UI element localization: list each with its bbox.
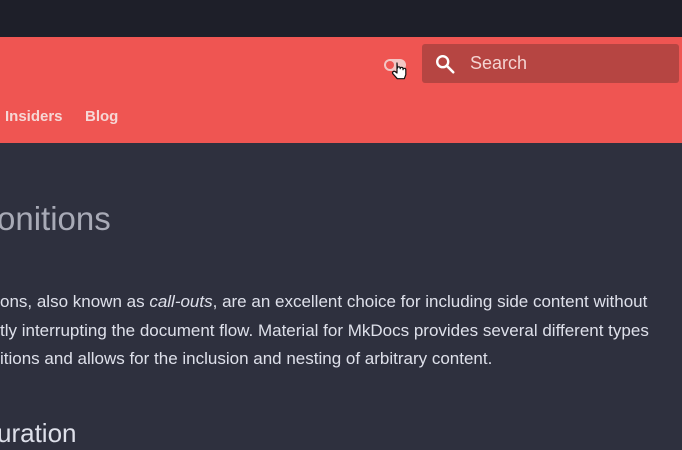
tab-blog[interactable]: Blog (85, 108, 118, 125)
paragraph-text: , are an excellent choice for including … (212, 292, 648, 311)
tab-insiders[interactable]: Insiders (5, 108, 63, 125)
paragraph-line-1: ons, also known as call-outs, are an exc… (0, 288, 682, 317)
browser-top-strip (0, 0, 682, 37)
paragraph-line-3: itions and allows for the inclusion and … (0, 349, 493, 368)
intro-paragraph: ons, also known as call-outs, are an exc… (0, 288, 682, 374)
search-bar[interactable]: Search (422, 44, 679, 83)
palette-toggle-button[interactable] (383, 55, 411, 83)
search-placeholder: Search (470, 53, 528, 73)
paragraph-text: ons, also known as (0, 292, 150, 311)
page-title: onitions (0, 200, 111, 237)
search-icon (436, 55, 455, 74)
toggle-icon (384, 59, 407, 80)
section-heading: uration (0, 418, 77, 448)
paragraph-line-2: tly interrupting the document flow. Mate… (0, 320, 649, 340)
paragraph-emphasis: call-outs (149, 292, 213, 311)
